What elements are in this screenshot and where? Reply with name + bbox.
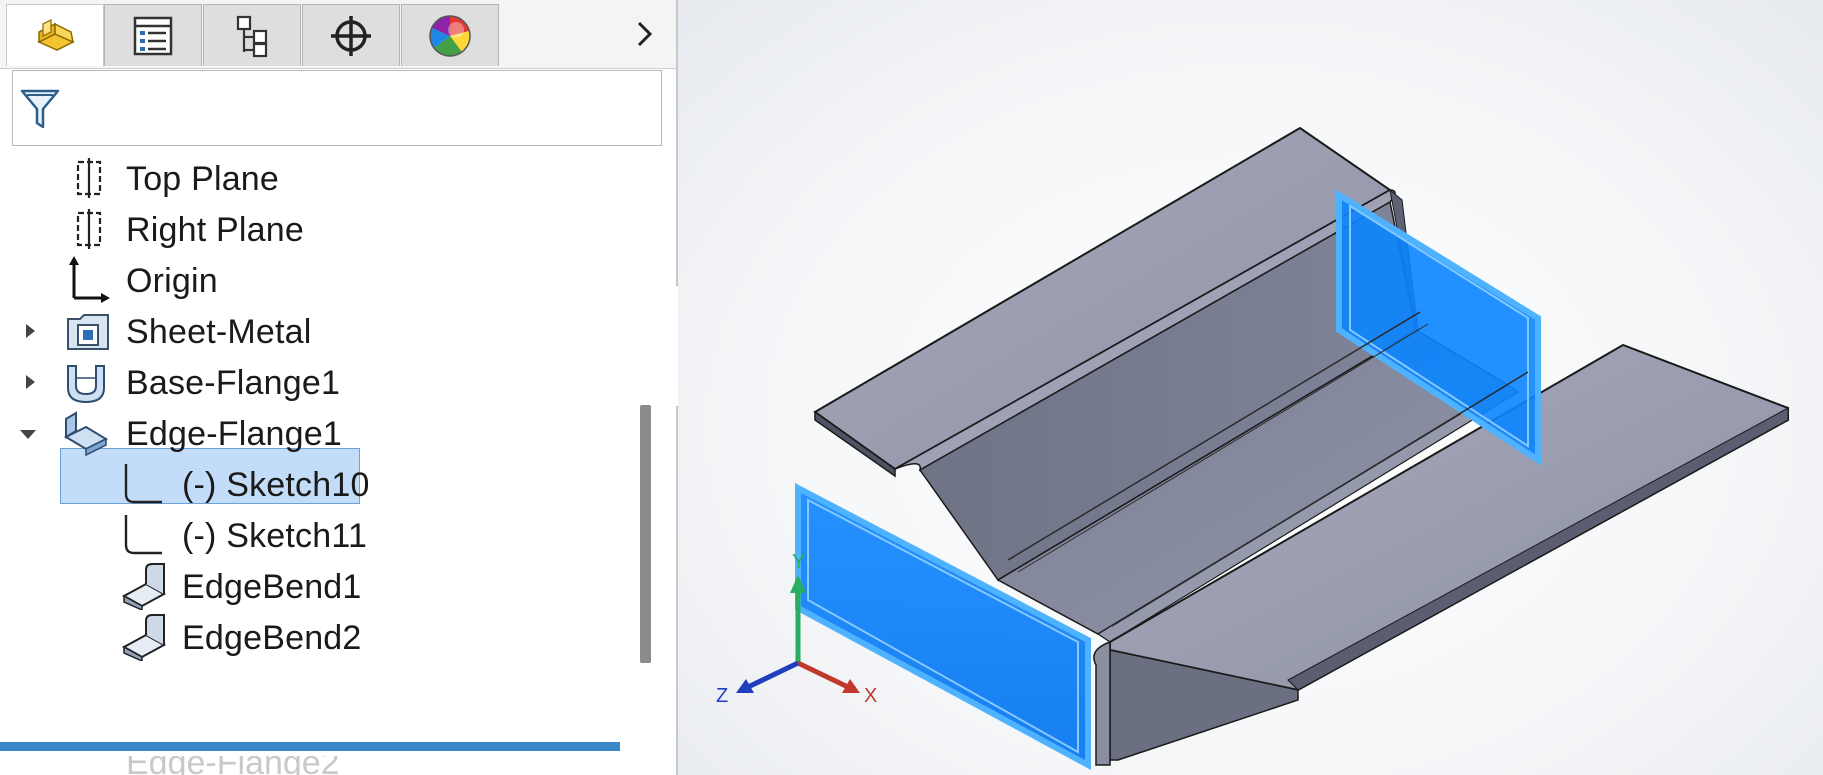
tree-item-label: Right Plane [126,211,304,249]
sketch-icon [124,515,162,555]
tab-dimxpertmanager[interactable] [302,4,400,66]
graphics-area[interactable]: Y X Z [678,0,1823,775]
tree-item-edge-flange1[interactable]: Edge-Flange1 [0,405,600,461]
tab-featuremanager[interactable] [6,4,104,66]
plane-icon [76,158,102,198]
tree-item-edgebend2[interactable]: EdgeBend2 [0,609,600,665]
tree-item-label: EdgeBend1 [182,568,362,606]
edge-bend-icon [121,563,167,610]
tree-item-label: Top Plane [126,160,280,198]
tree-item-cut-off: Edge-Flange2 [0,756,620,775]
z-axis-label: Z [716,685,729,707]
rollback-bar[interactable] [0,742,620,751]
collapse-arrow-icon[interactable] [18,425,38,445]
y-axis-label: Y [792,551,806,573]
tree-item-sketch10[interactable]: (-) Sketch10 [0,456,600,512]
sheet-metal-icon [67,314,109,350]
filter-icon[interactable] [19,87,61,133]
tree-item-label: Sheet-Metal [126,313,312,351]
tree-item-base-flange1[interactable]: Base-Flange1 [0,354,600,410]
tree-item-origin[interactable]: Origin [0,252,600,308]
dimxpert-icon [331,15,371,56]
sketch-icon [124,464,162,504]
coordinate-triad: Y X Z [708,545,878,725]
feature-tree: Top Plane Right Plane Origin Sheet-Metal… [0,150,620,775]
edge-flange-icon [63,411,109,457]
tree-item-label: EdgeBend2 [182,619,362,657]
feature-filter-input[interactable] [12,70,662,146]
tree-item-label: Edge-Flange1 [126,415,342,453]
plane-icon [76,209,102,249]
tree-item-label: (-) Sketch10 [182,466,370,504]
tree-item-right-plane[interactable]: Right Plane [0,201,600,257]
manager-tab-bar [0,0,676,69]
tree-item-sheet-metal[interactable]: Sheet-Metal [0,303,600,359]
tree-item-label: Edge-Flange2 [126,756,340,775]
featuremanager-icon [37,18,75,51]
tab-displaymanager[interactable] [401,4,499,66]
tree-item-sketch11[interactable]: (-) Sketch11 [0,507,600,563]
tree-item-label: Origin [126,262,218,300]
edge-bend-icon [121,614,167,661]
expand-arrow-icon[interactable] [20,321,40,341]
configurationmanager-icon [236,15,268,57]
tab-configurationmanager[interactable] [203,4,301,66]
expand-arrow-icon[interactable] [20,372,40,392]
feature-manager-panel: Top Plane Right Plane Origin Sheet-Metal… [0,0,678,775]
tree-item-label: Base-Flange1 [126,364,341,402]
tab-propertymanager[interactable] [104,4,202,66]
propertymanager-icon [133,16,173,55]
displaymanager-icon [429,14,471,57]
tree-item-edgebend1[interactable]: EdgeBend1 [0,558,600,614]
tree-scrollbar-thumb[interactable] [640,405,651,663]
tree-item-label: (-) Sketch11 [182,517,368,555]
base-flange-icon [67,365,105,404]
origin-icon [69,256,110,303]
tab-overflow-chevron-icon[interactable] [628,14,662,54]
tree-item-top-plane[interactable]: Top Plane [0,150,600,206]
x-axis-label: X [864,685,878,707]
